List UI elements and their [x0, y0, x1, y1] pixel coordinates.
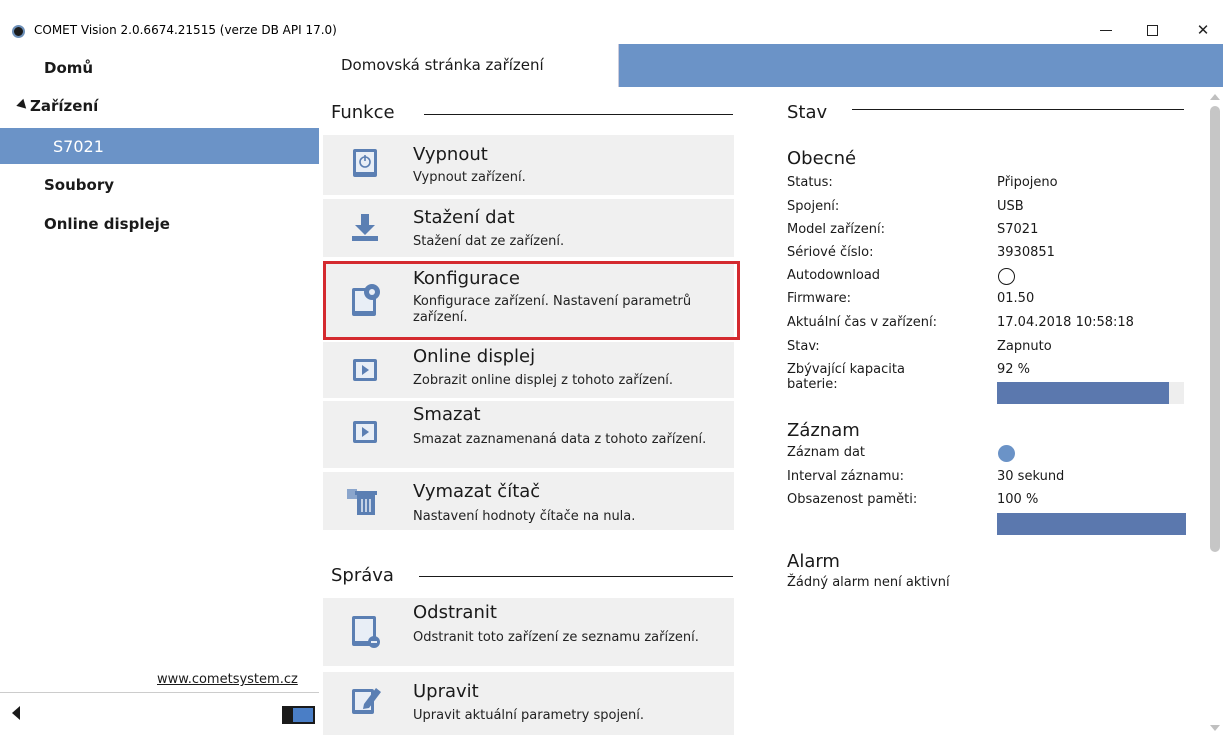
tile-description: Nastavení hodnoty čítače na nula.	[413, 509, 636, 524]
model-key: Model zařízení:	[787, 222, 885, 237]
scroll-up-icon[interactable]	[1210, 94, 1220, 100]
tile-title: Stažení dat	[413, 207, 515, 228]
management-heading: Správa	[331, 565, 394, 586]
sidebar-footer	[0, 692, 319, 735]
tile-download-data[interactable]: Stažení dat Stažení dat ze zařízení.	[323, 199, 734, 257]
alarm-heading: Alarm	[787, 551, 840, 572]
memory-bar-fill	[997, 513, 1186, 535]
panel-layout-icon[interactable]	[282, 706, 315, 724]
battery-bar-fill	[997, 382, 1170, 404]
state-value: Zapnuto	[997, 339, 1052, 354]
battery-key: Zbývající kapacita baterie:	[787, 362, 905, 392]
tile-description: Stažení dat ze zařízení.	[413, 234, 565, 249]
sidebar-item-home[interactable]: Domů	[0, 50, 319, 86]
data-record-key: Záznam dat	[787, 445, 866, 460]
title-bar: COMET Vision 2.0.6674.21515 (verze DB AP…	[0, 0, 1223, 44]
state-key: Stav:	[787, 339, 820, 354]
tile-power-off[interactable]: Vypnout Vypnout zařízení.	[323, 135, 734, 195]
maximize-button[interactable]	[1129, 17, 1175, 43]
status-heading: Stav	[787, 102, 828, 123]
autodownload-radio[interactable]	[998, 268, 1015, 285]
serial-key: Sériové číslo:	[787, 245, 874, 260]
tile-title: Odstranit	[413, 602, 497, 623]
tile-title: Vymazat čítač	[413, 481, 541, 502]
record-heading: Záznam	[787, 420, 860, 441]
sidebar: Domů Zařízení S7021 Soubory Online displ…	[0, 44, 319, 735]
sidebar-item-files[interactable]: Soubory	[0, 167, 319, 203]
tile-online-display[interactable]: Online displej Zobrazit online displej z…	[323, 342, 734, 398]
website-link[interactable]: www.cometsystem.cz	[157, 672, 298, 687]
connection-value: USB	[997, 199, 1024, 214]
device-time-value: 17.04.2018 10:58:18	[997, 315, 1134, 330]
sidebar-item-devices[interactable]: Zařízení	[0, 88, 319, 124]
tile-title: Smazat	[413, 404, 481, 425]
tile-title: Vypnout	[413, 144, 488, 165]
tile-title: Online displej	[413, 346, 536, 367]
tile-description: Smazat zaznamenaná data z tohoto zařízen…	[413, 432, 707, 447]
firmware-value: 01.50	[997, 291, 1035, 306]
tile-remove-device[interactable]: Odstranit Odstranit toto zařízení ze sez…	[323, 598, 734, 666]
functions-heading: Funkce	[331, 102, 395, 123]
tile-delete-data[interactable]: Smazat Smazat zaznamenaná data z tohoto …	[323, 401, 734, 468]
divider	[852, 109, 1184, 110]
status-key: Status:	[787, 175, 833, 190]
expand-arrow-icon[interactable]	[16, 98, 30, 113]
general-heading: Obecné	[787, 148, 857, 169]
battery-bar	[997, 382, 1184, 404]
device-time-key: Aktuální čas v zařízení:	[787, 315, 937, 330]
sidebar-item-s7021[interactable]: S7021	[0, 128, 319, 164]
highlight-box	[323, 261, 740, 340]
sidebar-item-label: Online displeje	[44, 215, 170, 233]
play-icon	[353, 421, 377, 443]
tile-edit-connection[interactable]: Upravit Upravit aktuální parametry spoje…	[323, 672, 734, 735]
collapse-sidebar-icon[interactable]	[12, 706, 20, 720]
memory-value: 100 %	[997, 492, 1039, 507]
tile-description: Upravit aktuální parametry spojení.	[413, 708, 645, 723]
sidebar-item-label: Zařízení	[30, 97, 99, 115]
battery-value: 92 %	[997, 362, 1031, 377]
play-icon	[353, 359, 377, 381]
recording-indicator	[998, 445, 1015, 462]
model-value: S7021	[997, 222, 1039, 237]
close-button[interactable]: ✕	[1180, 17, 1223, 43]
autodownload-key: Autodownload	[787, 268, 881, 283]
scroll-down-icon[interactable]	[1210, 725, 1220, 731]
minimize-icon	[1100, 29, 1112, 31]
tab-label: Domovská stránka zařízení	[341, 56, 544, 74]
record-interval-key: Interval záznamu:	[787, 469, 905, 484]
tile-description: Vypnout zařízení.	[413, 170, 526, 185]
trash-icon	[347, 489, 377, 515]
scroll-thumb[interactable]	[1210, 106, 1220, 552]
firmware-key: Firmware:	[787, 291, 851, 306]
sidebar-item-online-displays[interactable]: Online displeje	[0, 206, 319, 242]
remove-device-icon	[352, 616, 380, 648]
tile-description: Odstranit toto zařízení ze seznamu zaříz…	[413, 630, 699, 645]
status-value: Připojeno	[997, 175, 1058, 190]
memory-bar	[997, 513, 1186, 535]
alarm-text: Žádný alarm není aktivní	[787, 575, 950, 590]
sidebar-item-label: Soubory	[44, 176, 115, 194]
edit-icon	[352, 688, 381, 714]
app-icon	[12, 25, 25, 38]
sidebar-item-label: Domů	[44, 59, 94, 77]
minimize-button[interactable]	[1083, 17, 1129, 43]
maximize-icon	[1146, 24, 1158, 36]
connection-key: Spojení:	[787, 199, 840, 214]
divider	[424, 114, 733, 115]
window-title: COMET Vision 2.0.6674.21515 (verze DB AP…	[34, 23, 337, 37]
record-interval-value: 30 sekund	[997, 469, 1065, 484]
sidebar-item-label: S7021	[53, 136, 104, 156]
serial-value: 3930851	[997, 245, 1055, 260]
close-icon: ✕	[1196, 21, 1210, 39]
power-icon	[353, 149, 377, 177]
tile-reset-counter[interactable]: Vymazat čítač Nastavení hodnoty čítače n…	[323, 472, 734, 530]
memory-key: Obsazenost paměti:	[787, 492, 918, 507]
download-icon	[352, 214, 378, 241]
scrollbar[interactable]	[1207, 92, 1223, 735]
tile-title: Upravit	[413, 681, 479, 702]
divider	[419, 576, 733, 577]
tile-description: Zobrazit online displej z tohoto zařízen…	[413, 373, 674, 388]
